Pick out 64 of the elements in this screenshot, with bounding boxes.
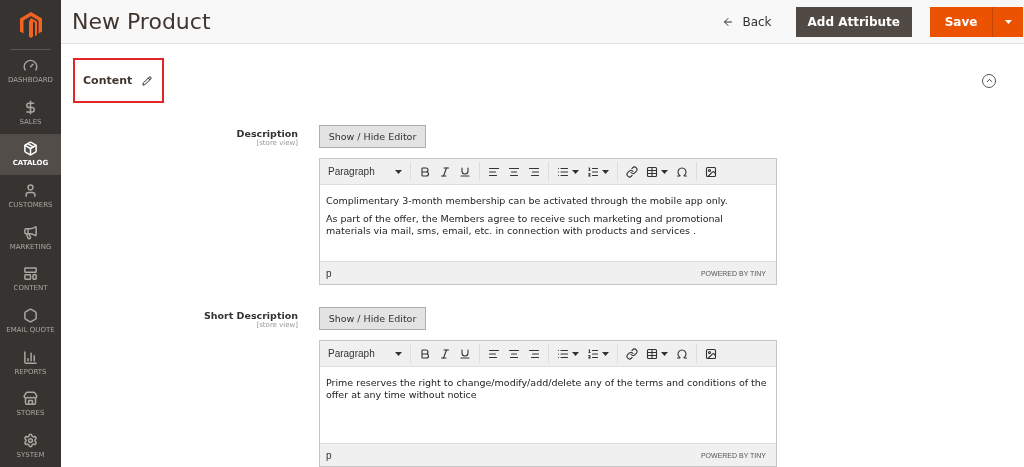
caret-icon <box>394 169 402 174</box>
bold-icon <box>418 347 431 360</box>
underline-icon <box>458 347 471 360</box>
back-link[interactable]: Back <box>722 14 772 29</box>
logo-icon <box>19 11 42 38</box>
image-icon <box>704 165 717 178</box>
element-path: p <box>326 449 332 461</box>
caret-icon <box>1004 19 1012 24</box>
caret-icon <box>660 351 668 356</box>
omega-icon <box>675 165 688 178</box>
arrow-left-icon <box>722 15 735 28</box>
bullet-list-icon <box>556 347 569 360</box>
field-label: Description <box>236 128 298 139</box>
megaphone-icon <box>23 224 38 240</box>
field-label: Short Description <box>203 310 298 321</box>
format-select[interactable]: Paragraph <box>326 166 406 177</box>
box-icon <box>23 141 38 157</box>
add-attribute-button[interactable]: Add Attribute <box>795 6 912 37</box>
align-right-icon <box>527 165 540 178</box>
align-right-icon <box>527 347 540 360</box>
align-center-icon <box>507 165 520 178</box>
page-title: New Product <box>72 9 212 34</box>
caret-icon <box>601 351 609 356</box>
caret-icon <box>571 169 579 174</box>
settings-icon <box>23 433 38 449</box>
omega-icon <box>675 347 688 360</box>
layout-icon <box>23 266 38 282</box>
hexagon-icon <box>23 308 38 324</box>
numbered-list-icon <box>586 347 599 360</box>
image-icon <box>704 347 717 360</box>
bar-chart-icon <box>23 349 38 365</box>
format-select[interactable]: Paragraph <box>326 348 406 359</box>
paragraph: Prime reserves the right to change/modify/add/delete any of the terms and conditions of the offer at any time without notice <box>326 377 768 401</box>
pencil-icon <box>142 75 153 86</box>
bold-icon <box>418 165 431 178</box>
bullet-list-icon <box>556 165 569 178</box>
store-icon <box>23 391 38 407</box>
table-icon <box>645 165 658 178</box>
table-icon <box>645 347 658 360</box>
caret-icon <box>394 351 402 356</box>
italic-icon <box>438 347 451 360</box>
align-left-icon <box>487 347 500 360</box>
dollar-icon <box>23 99 38 115</box>
show-hide-editor-button[interactable]: Show / Hide Editor <box>319 125 426 148</box>
caret-icon <box>601 169 609 174</box>
link-icon <box>625 165 638 178</box>
save-button[interactable]: Save <box>930 6 992 37</box>
element-path: p <box>326 267 332 279</box>
align-left-icon <box>487 165 500 178</box>
caret-icon <box>660 169 668 174</box>
link-icon <box>625 347 638 360</box>
save-options-button[interactable] <box>992 6 1023 37</box>
show-hide-editor-button[interactable]: Show / Hide Editor <box>319 307 426 330</box>
editor-content[interactable]: Prime reserves the right to change/modify/add/delete any of the terms and conditions of the offer at any time without notice <box>320 367 776 443</box>
section-title: Content <box>83 74 133 87</box>
caret-icon <box>571 351 579 356</box>
person-icon <box>23 183 38 199</box>
paragraph: As part of the offer, the Members agree to receive such marketing and promotional materials via mail, sms, email, etc. in connection with products and services . <box>326 213 724 237</box>
numbered-list-icon <box>586 165 599 178</box>
paragraph: Complimentary 3-month membership can be activated through the mobile app only. <box>326 195 729 207</box>
italic-icon <box>438 165 451 178</box>
align-center-icon <box>507 347 520 360</box>
section-title-highlight[interactable]: Content <box>73 58 165 103</box>
underline-icon <box>458 165 471 178</box>
